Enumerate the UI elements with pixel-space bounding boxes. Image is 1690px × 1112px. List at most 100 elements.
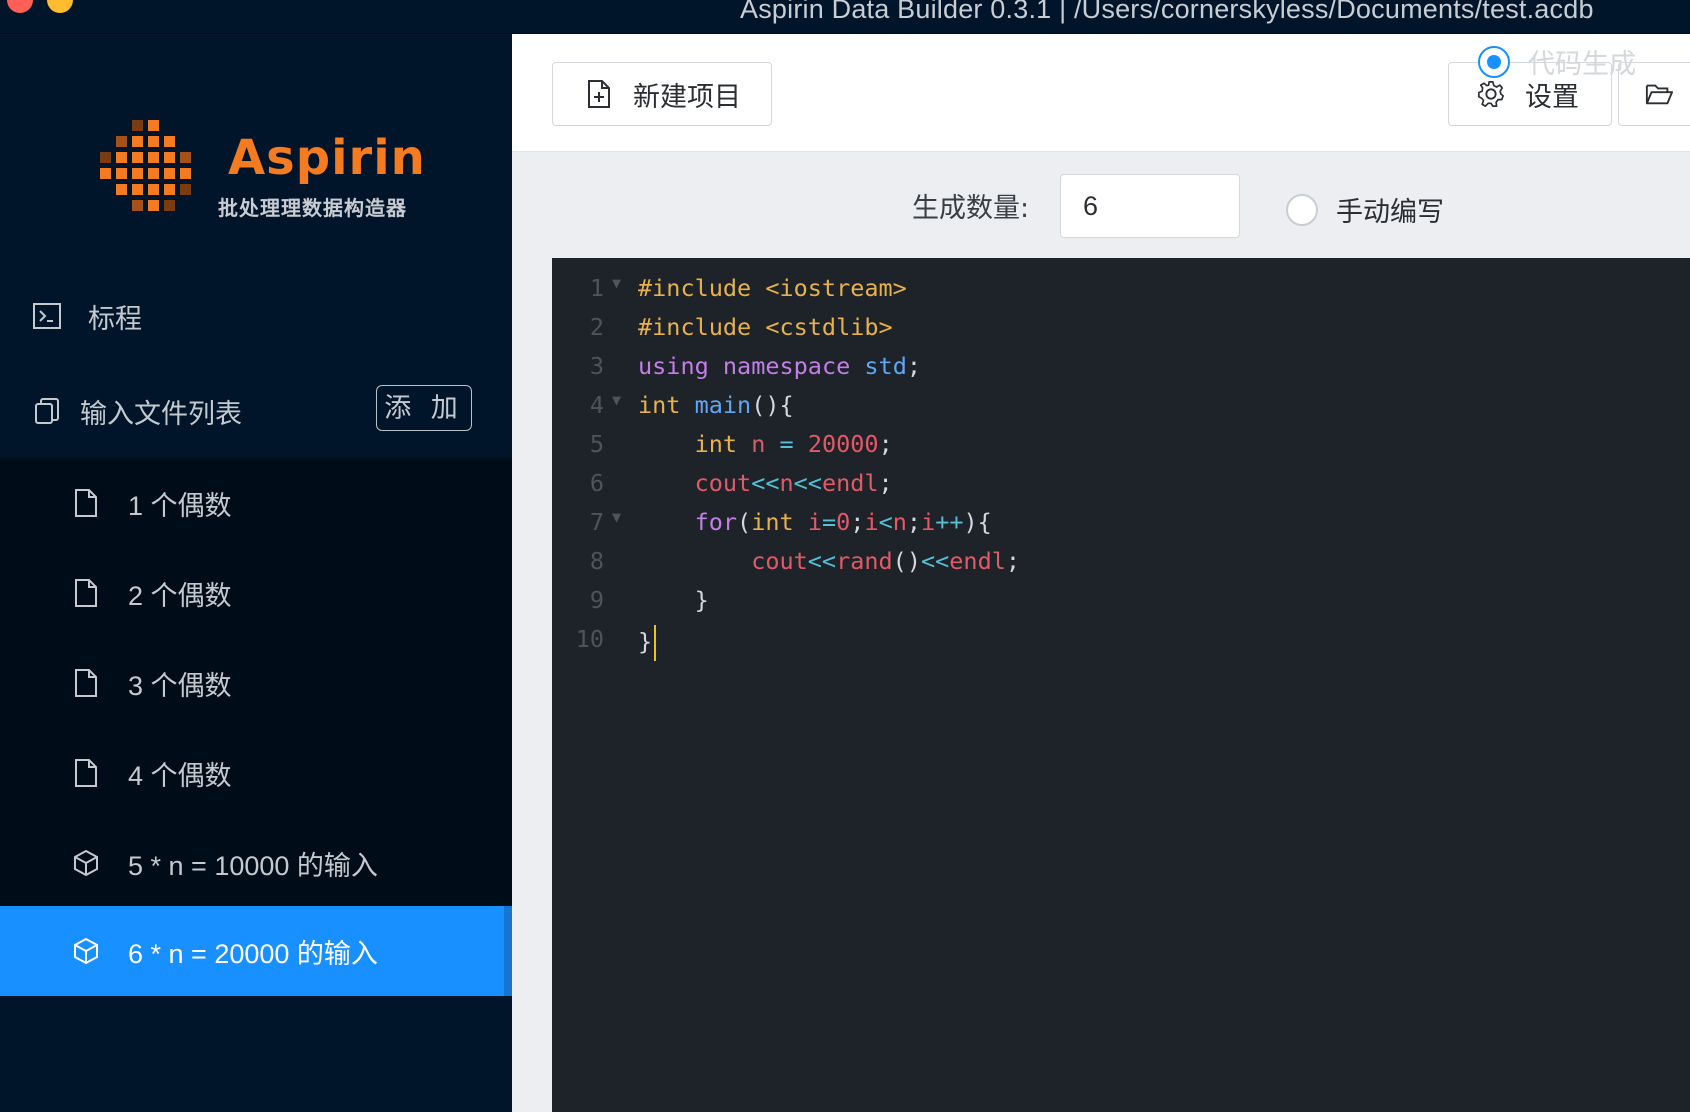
line-number: 7 <box>589 508 604 536</box>
file-add-icon <box>588 80 610 108</box>
code-token: } <box>694 586 709 614</box>
window-title: Aspirin Data Builder 0.3.1 | /Users/corn… <box>740 0 1594 24</box>
count-input[interactable] <box>1060 174 1240 238</box>
file-icon <box>75 669 97 697</box>
code-token: using <box>638 352 709 380</box>
code-token: < <box>878 508 893 536</box>
code-token: ) <box>906 547 921 575</box>
line-number: 3 <box>589 352 604 380</box>
code-token: cout <box>694 469 752 497</box>
code-token: 20000 <box>807 430 879 458</box>
add-input-button[interactable]: 添 加 <box>376 385 472 431</box>
code-token: int <box>638 391 681 419</box>
code-token: n <box>779 469 794 497</box>
code-text: cout<<n<<endl; <box>638 469 893 497</box>
list-item-label: 2 个偶数 <box>128 581 232 611</box>
code-token: #include <cstdlib> <box>638 313 893 341</box>
sidebar: Aspirin 批处理理数据构造器 标程 输入文件列表 添 加 1 个偶数 2 … <box>0 34 512 1112</box>
code-token: ( <box>892 547 907 575</box>
sidebar-item-ticket[interactable]: 标程 <box>0 276 512 356</box>
code-token: #include <iostream> <box>638 274 907 302</box>
code-line: 5 int n = 20000; <box>552 422 1690 464</box>
code-text: using namespace std; <box>638 352 921 380</box>
code-text: } <box>638 625 657 661</box>
close-window-button[interactable] <box>7 0 33 13</box>
list-item[interactable]: 4 个偶数 <box>0 728 512 818</box>
code-token: = <box>779 430 794 458</box>
code-text: int main(){ <box>638 391 794 419</box>
list-item-label: 6 * n = 20000 的输入 <box>128 939 378 969</box>
radio-circle[interactable] <box>1286 193 1318 226</box>
line-number: 4 <box>589 391 604 419</box>
code-token: std <box>864 352 907 380</box>
input-file-list: 1 个偶数 2 个偶数 3 个偶数 4 个偶数 5 * n = 10000 的输… <box>0 458 512 996</box>
list-item-label: 4 个偶数 <box>128 761 232 791</box>
code-text: #include <iostream> <box>638 274 907 302</box>
new-project-button[interactable]: 新建项目 <box>552 62 772 126</box>
code-token: } <box>638 627 653 656</box>
code-token: << <box>751 469 780 497</box>
code-token: for <box>694 508 738 536</box>
cube-icon <box>74 849 98 877</box>
line-number: 9 <box>589 586 604 614</box>
text-cursor <box>654 625 657 661</box>
count-label: 生成数量: <box>912 193 1030 224</box>
logo-grid-icon <box>100 120 191 211</box>
code-text: #include <cstdlib> <box>638 313 893 341</box>
code-line: 8 cout<<rand()<<endl; <box>552 539 1690 581</box>
code-token: << <box>793 469 822 497</box>
mode-code-radio[interactable]: 代码生成 <box>1478 42 1636 81</box>
list-item-label: 3 个偶数 <box>128 671 232 701</box>
code-token: int <box>694 430 738 458</box>
radio-circle-checked[interactable] <box>1478 45 1510 78</box>
code-line: 2 #include <cstdlib> <box>552 305 1690 347</box>
code-token: i <box>864 508 879 536</box>
sidebar-item-label: 输入文件列表 <box>80 398 242 430</box>
line-number: 8 <box>589 547 604 575</box>
code-line: 7 ▼ for(int i=0;i<n;i++){ <box>552 500 1690 542</box>
code-text: cout<<rand()<<endl; <box>638 547 1020 575</box>
line-number: 2 <box>589 313 604 341</box>
list-item[interactable]: 2 个偶数 <box>0 548 512 638</box>
code-line: 4 ▼ int main(){ <box>552 383 1690 425</box>
main-panel: 新建项目 设置 生成数量: 手动编写 代 <box>512 34 1690 1112</box>
code-token: i <box>921 508 936 536</box>
code-token: ; <box>1005 547 1021 575</box>
cube-icon <box>74 937 98 965</box>
code-token: << <box>920 547 950 575</box>
file-icon <box>75 759 97 787</box>
brand-name: Aspirin <box>228 130 426 186</box>
code-token: namespace <box>722 352 851 380</box>
code-line: 6 cout<<n<<endl; <box>552 461 1690 503</box>
minimize-window-button[interactable] <box>47 0 73 13</box>
code-token: int <box>751 508 794 536</box>
brand-subtitle: 批处理理数据构造器 <box>218 196 407 220</box>
code-token: ; <box>850 508 865 536</box>
fold-arrow-icon[interactable]: ▼ <box>612 274 621 292</box>
fold-arrow-icon[interactable]: ▼ <box>612 508 621 526</box>
code-editor[interactable]: 1 ▼ #include <iostream> 2 #include <cstd… <box>552 258 1690 1112</box>
mode-manual-radio[interactable]: 手动编写 <box>1286 190 1444 229</box>
code-token: endl <box>821 469 879 497</box>
list-item[interactable]: 3 个偶数 <box>0 638 512 728</box>
list-item-active[interactable]: 6 * n = 20000 的输入 <box>0 906 512 996</box>
list-item[interactable]: 1 个偶数 <box>0 458 512 548</box>
mode-manual-label: 手动编写 <box>1336 197 1444 228</box>
file-icon <box>75 579 97 607</box>
folder-open-icon <box>1645 84 1673 105</box>
list-item[interactable]: 5 * n = 10000 的输入 <box>0 818 512 908</box>
code-token: main <box>694 391 752 419</box>
code-token: ++ <box>935 508 964 536</box>
fold-arrow-icon[interactable]: ▼ <box>612 391 621 409</box>
code-token: ; <box>906 508 922 536</box>
list-item-label: 5 * n = 10000 的输入 <box>128 851 378 881</box>
